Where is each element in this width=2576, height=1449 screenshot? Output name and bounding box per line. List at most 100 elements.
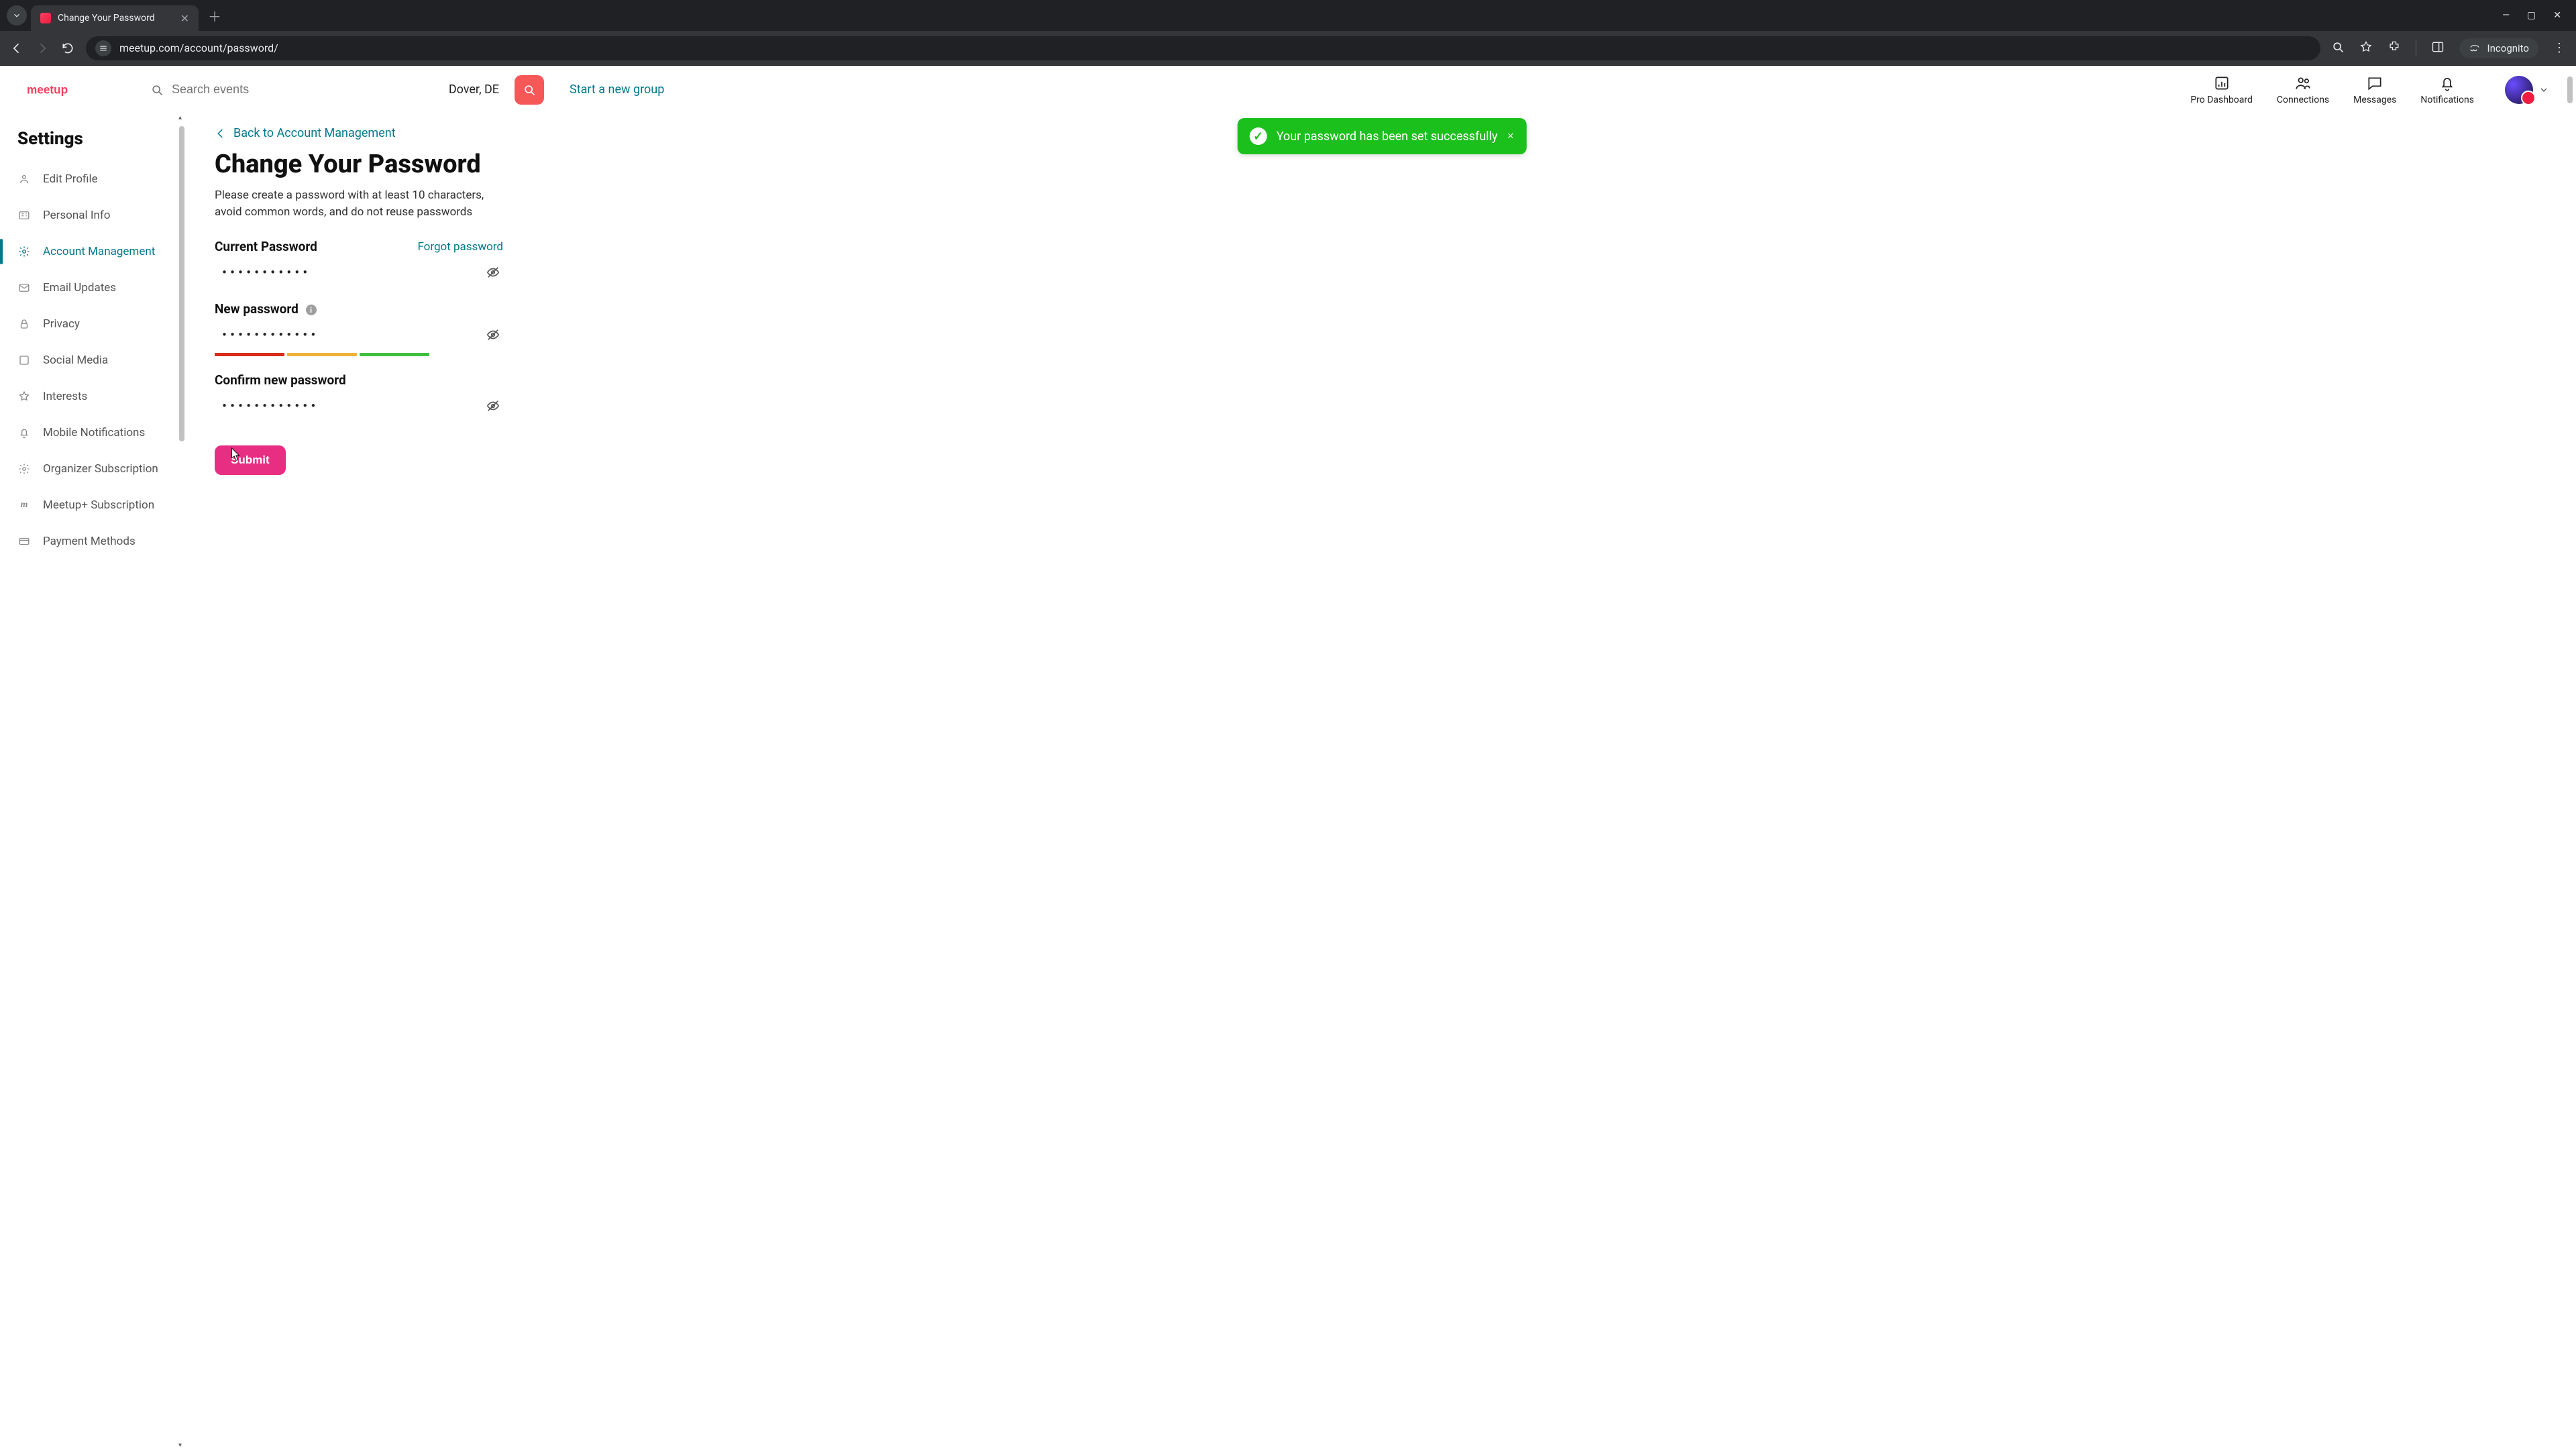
- sidebar-item-label: Account Management: [43, 245, 155, 258]
- sidebar-item-label: Email Updates: [43, 281, 116, 294]
- sidebar-item-payment-methods[interactable]: Payment Methods: [17, 523, 184, 559]
- settings-list: Edit Profile Personal Info Account Managem…: [17, 161, 184, 559]
- confirm-password-input[interactable]: [221, 400, 479, 412]
- url-text: meetup.com/account/password/: [119, 42, 278, 54]
- viewport-scrollbar[interactable]: [2565, 67, 2575, 1448]
- success-toast: ✓ Your password has been set successfull…: [1238, 118, 1527, 154]
- current-password-label: Current Password: [215, 239, 317, 254]
- new-password-input[interactable]: [221, 329, 479, 341]
- nav-label: Connections: [2277, 95, 2329, 105]
- sidebar-item-account-management[interactable]: Account Management: [17, 233, 184, 270]
- toast-close-icon[interactable]: ✕: [1507, 131, 1514, 142]
- page-body: Settings Edit ProfilePersonal InfoAccoun…: [0, 114, 2576, 1449]
- sidebar-item-label: Interests: [43, 390, 87, 403]
- submit-button[interactable]: Submit: [215, 445, 286, 475]
- tab-title: Change Your Password: [58, 13, 174, 23]
- toolbar-right: Incognito ⋮: [2331, 38, 2567, 58]
- nav-notifications[interactable]: Notifications: [2420, 74, 2474, 105]
- extensions-icon[interactable]: [2387, 40, 2401, 56]
- bell-icon: [17, 426, 31, 439]
- nav-label: Pro Dashboard: [2190, 95, 2253, 105]
- account-menu[interactable]: [2505, 76, 2549, 104]
- new-password-block: New password i: [215, 301, 2549, 356]
- start-group-link[interactable]: Start a new group: [570, 83, 664, 97]
- site-header: meetup Dover, DE Start a new group Pro D…: [0, 66, 2576, 114]
- close-tab-icon[interactable]: ✕: [180, 12, 189, 25]
- sidebar-item-label: Social Media: [43, 354, 108, 367]
- close-window-button[interactable]: ✕: [2553, 10, 2561, 21]
- avatar: [2505, 76, 2533, 104]
- nav-label: Messages: [2353, 95, 2396, 105]
- search-button[interactable]: [515, 75, 544, 105]
- site-info-icon[interactable]: [95, 40, 111, 56]
- sidebar-item-label: Edit Profile: [43, 172, 98, 186]
- nav-messages[interactable]: Messages: [2353, 74, 2396, 105]
- bookmark-icon[interactable]: [2359, 40, 2373, 56]
- sidebar-item-social-media[interactable]: Social Media: [17, 342, 184, 378]
- sidebar-item-privacy[interactable]: Privacy: [17, 306, 184, 342]
- back-button[interactable]: [9, 41, 24, 56]
- maximize-button[interactable]: ▢: [2527, 10, 2536, 21]
- sidebar-item-label: Organizer Subscription: [43, 462, 158, 476]
- sidebar-item-label: Privacy: [43, 317, 80, 331]
- sidebar-item-organizer-subscription[interactable]: Organizer Subscription: [17, 451, 184, 487]
- share-icon: [17, 354, 31, 367]
- eye-off-icon[interactable]: [486, 327, 500, 342]
- sidebar-item-label: Meetup+ Subscription: [43, 498, 154, 512]
- sidebar-item-personal-info[interactable]: Personal Info: [17, 197, 184, 233]
- sidebar-item-edit-profile[interactable]: Edit Profile: [17, 161, 184, 197]
- sidebar-item-mobile-notifications[interactable]: Mobile Notifications: [17, 415, 184, 451]
- search-input[interactable]: [172, 83, 346, 97]
- mplus-icon: m: [17, 498, 31, 512]
- location-label[interactable]: Dover, DE: [449, 83, 506, 97]
- tab-search-button[interactable]: [7, 5, 27, 25]
- confirm-password-block: Confirm new password: [215, 372, 2549, 419]
- current-password-input[interactable]: [221, 266, 479, 278]
- new-password-label: New password i: [215, 301, 317, 317]
- sidebar-item-interests[interactable]: Interests: [17, 378, 184, 415]
- eye-off-icon[interactable]: [486, 398, 500, 413]
- side-panel-icon[interactable]: [2431, 40, 2445, 56]
- sidebar-item-label: Mobile Notifications: [43, 426, 145, 439]
- info-icon[interactable]: i: [306, 305, 317, 315]
- browser-tab[interactable]: Change Your Password ✕: [31, 5, 199, 31]
- forgot-password-link[interactable]: Forgot password: [417, 240, 503, 254]
- minimize-button[interactable]: ―: [2502, 10, 2510, 21]
- reload-button[interactable]: [60, 41, 75, 56]
- mail-icon: [17, 281, 31, 294]
- window-controls: ― ▢ ✕: [2502, 10, 2569, 21]
- meetup-logo[interactable]: meetup: [27, 78, 97, 101]
- tab-strip: Change Your Password ✕ ＋ ― ▢ ✕: [0, 0, 2576, 31]
- meetup-favicon: [40, 13, 51, 23]
- search-icon: [150, 83, 164, 97]
- search-page-icon[interactable]: [2331, 40, 2345, 56]
- sidebar-item-meetup-subscription[interactable]: m Meetup+ Subscription: [17, 487, 184, 523]
- header-nav: Pro Dashboard Connections Messages Notif…: [2190, 74, 2474, 105]
- sidebar-item-label: Personal Info: [43, 209, 110, 222]
- nav-connections[interactable]: Connections: [2277, 74, 2329, 105]
- browser-chrome: Change Your Password ✕ ＋ ― ▢ ✕ meetup.co…: [0, 0, 2576, 66]
- back-to-account-link[interactable]: Back to Account Management: [215, 126, 396, 140]
- profile-icon: [17, 172, 31, 186]
- nav-pro-dashboard[interactable]: Pro Dashboard: [2190, 74, 2253, 105]
- address-bar: meetup.com/account/password/ Incognito ⋮: [0, 31, 2576, 66]
- star-icon: [17, 390, 31, 403]
- eye-off-icon[interactable]: [486, 265, 500, 280]
- page-description: Please create a password with at least 1…: [215, 187, 496, 220]
- forward-button[interactable]: [35, 41, 50, 56]
- sidebar-item-label: Payment Methods: [43, 535, 136, 548]
- card-icon: [17, 535, 31, 548]
- search-wrap: Dover, DE: [142, 75, 544, 105]
- gear-icon: [17, 245, 31, 258]
- search-field[interactable]: Dover, DE: [142, 75, 515, 105]
- current-password-block: Current Password Forgot password: [215, 239, 2549, 285]
- id-card-icon: [17, 209, 31, 222]
- chevron-down-icon: [2538, 85, 2549, 95]
- sidebar-scrollbar[interactable]: [177, 117, 186, 1446]
- omnibox[interactable]: meetup.com/account/password/: [86, 36, 2320, 60]
- incognito-chip[interactable]: Incognito: [2459, 38, 2538, 58]
- new-tab-button[interactable]: ＋: [208, 6, 221, 25]
- kebab-menu-icon[interactable]: ⋮: [2553, 41, 2567, 55]
- sidebar-item-email-updates[interactable]: Email Updates: [17, 270, 184, 306]
- confirm-password-label: Confirm new password: [215, 372, 346, 388]
